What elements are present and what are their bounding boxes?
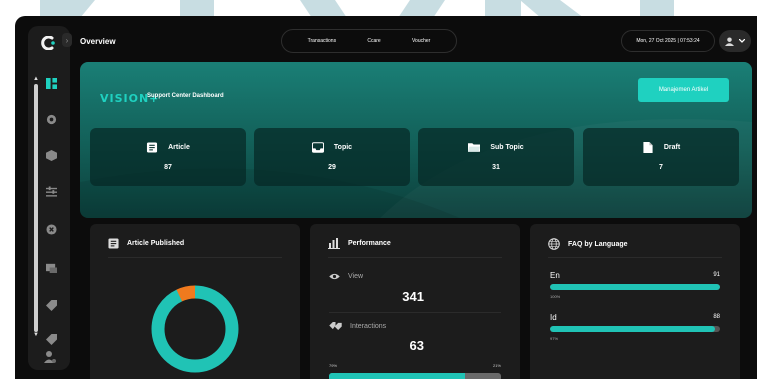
folder-icon [468, 143, 481, 152]
nav-cube-icon[interactable] [44, 148, 58, 162]
app-logo[interactable] [32, 30, 66, 56]
language-percent-en: 100% [550, 294, 561, 299]
view-value: 341 [402, 289, 424, 304]
scroll-up-arrow[interactable]: ▲ [33, 76, 39, 82]
performance-split-fill [329, 373, 465, 379]
article-published-card: Article Published [90, 224, 300, 379]
divider [108, 257, 282, 258]
hero-title: Support Center Dashboard [147, 93, 224, 99]
file-icon [643, 142, 653, 153]
language-bar-fill [550, 284, 720, 290]
stat-label: Sub Topic [490, 144, 524, 151]
bar-chart-icon [328, 238, 340, 249]
tab-voucher[interactable]: Voucher [412, 38, 430, 44]
tab-ccare[interactable]: Ccare [367, 38, 380, 44]
language-percent-id: 97% [550, 336, 559, 341]
sidebar-user-settings-icon[interactable] [44, 350, 56, 364]
datetime-display: Mon, 27 Oct 2025 | 07:53:24 [621, 30, 715, 52]
view-label: View [348, 273, 364, 280]
performance-split-bar [329, 373, 501, 379]
tab-transactions[interactable]: Transactions [308, 38, 336, 44]
view-row: View [329, 273, 363, 280]
manage-article-button[interactable]: Manajemen Artikel [638, 78, 729, 102]
stat-card-draft[interactable]: Draft 7 [583, 128, 739, 186]
logo-icon [41, 36, 55, 50]
language-count-id: 88 [713, 314, 720, 320]
donut-main-segment [151, 285, 239, 373]
stat-value: 7 [659, 164, 663, 171]
faq-by-language-card: FAQ by Language En 91 100% Id 88 97% [530, 224, 740, 379]
document-icon [108, 238, 119, 249]
language-bar-fill [550, 326, 715, 332]
user-menu-button[interactable] [719, 30, 751, 52]
user-icon [725, 36, 734, 46]
hero-banner: VISION+ Support Center Dashboard Manajem… [80, 62, 752, 218]
divider [328, 257, 502, 258]
language-code-en: En [550, 271, 560, 280]
sidebar: ▲ ▼ [28, 26, 70, 370]
sidebar-collapse-button[interactable]: › [62, 33, 72, 47]
nav-sliders-icon[interactable] [44, 184, 58, 198]
card-title: Article Published [127, 240, 185, 247]
page-title: Overview [80, 37, 116, 46]
stat-card-sub-topic[interactable]: Sub Topic 31 [418, 128, 574, 186]
stat-value: 87 [164, 164, 172, 171]
interactions-icon [329, 322, 342, 330]
article-donut-chart [151, 285, 239, 373]
stat-value: 29 [328, 164, 336, 171]
app-window: ▲ ▼ › Overview Transactions Ccare Vouche… [15, 16, 757, 379]
left-percent: 79% [329, 363, 338, 368]
eye-icon [329, 273, 340, 280]
top-tabs: Transactions Ccare Voucher [281, 29, 457, 53]
chevron-down-icon [739, 39, 745, 43]
stat-card-article[interactable]: Article 87 [90, 128, 246, 186]
stat-card-topic[interactable]: Topic 29 [254, 128, 410, 186]
interactions-label: Interactions [350, 322, 387, 330]
card-title: FAQ by Language [568, 240, 628, 248]
nav-close-circle-icon[interactable] [44, 222, 58, 236]
language-code-id: Id [550, 313, 557, 322]
interactions-value: 63 [409, 338, 424, 353]
language-bar-en [550, 284, 720, 290]
stat-label: Article [168, 144, 190, 151]
nav-tag-icon[interactable] [44, 298, 58, 312]
language-bar-id [550, 326, 720, 332]
sidebar-scrollbar[interactable] [34, 84, 38, 332]
divider [548, 257, 722, 258]
language-count-en: 91 [713, 272, 720, 278]
stat-label: Topic [333, 144, 353, 151]
globe-icon [548, 238, 560, 250]
divider [329, 312, 501, 313]
nav-label-icon[interactable] [44, 332, 58, 346]
inbox-icon [311, 142, 324, 153]
performance-card: Performance View 341 Interactions 63 79%… [310, 224, 520, 379]
nav-dashboard-icon[interactable] [44, 76, 58, 90]
stat-label: Draft [663, 144, 681, 151]
interactions-row: Interactions [329, 322, 386, 330]
document-icon [147, 142, 158, 153]
card-title: Performance [348, 240, 391, 247]
nav-settings-icon[interactable] [44, 112, 58, 126]
nav-cards-icon[interactable] [44, 260, 58, 274]
stat-value: 31 [492, 164, 500, 171]
scroll-down-arrow[interactable]: ▼ [33, 332, 39, 338]
right-percent: 21% [492, 363, 501, 368]
